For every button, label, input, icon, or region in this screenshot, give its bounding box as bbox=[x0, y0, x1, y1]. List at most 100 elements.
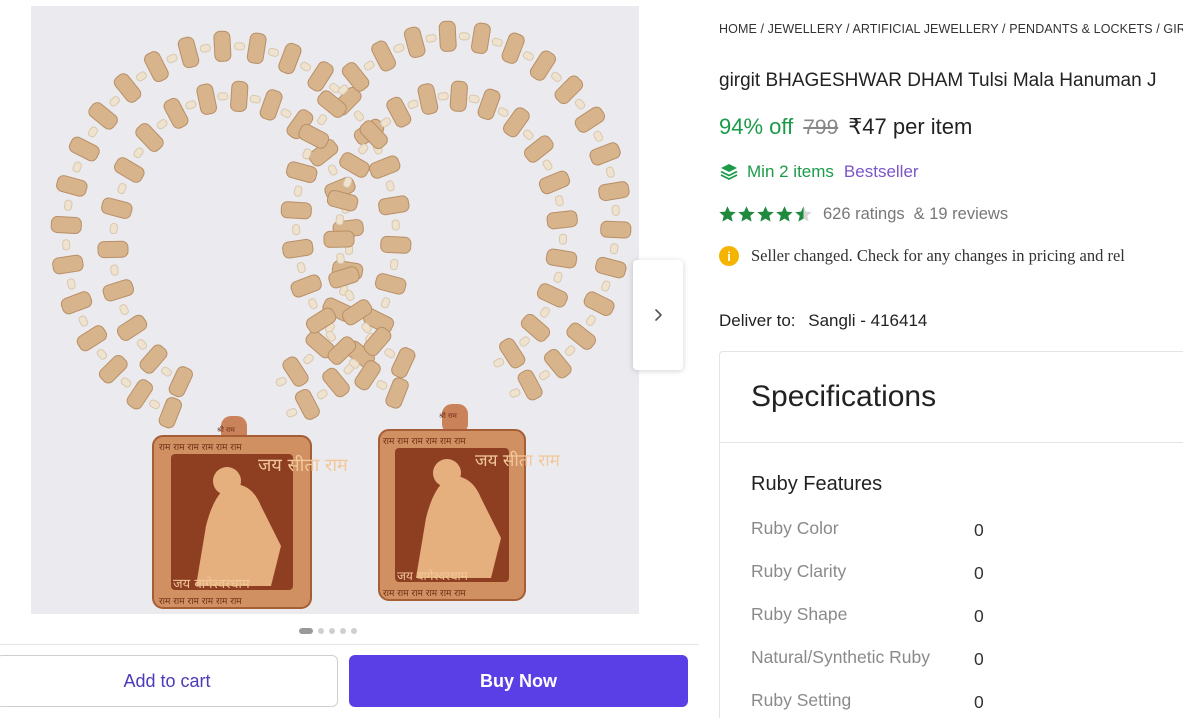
bead bbox=[336, 252, 345, 265]
bead bbox=[335, 214, 345, 226]
pendant-left-border-bottom: राम राम राम राम राम राम bbox=[159, 597, 242, 607]
chevron-right-icon bbox=[655, 309, 662, 321]
pendant-left-header: श्री राम bbox=[217, 425, 236, 434]
spec-value: 0 bbox=[974, 563, 984, 583]
specifications-title: Specifications bbox=[751, 380, 937, 413]
breadcrumb-separator: / bbox=[756, 22, 768, 36]
breadcrumb-item[interactable]: ARTIFICIAL JEWELLERY bbox=[852, 22, 998, 36]
bead bbox=[213, 30, 232, 62]
gallery-dots bbox=[299, 628, 357, 634]
bead bbox=[110, 264, 119, 276]
spec-value: 0 bbox=[974, 520, 984, 540]
next-image-button[interactable] bbox=[633, 260, 683, 370]
star-icon bbox=[757, 206, 774, 222]
bead bbox=[217, 92, 229, 101]
ratings-count: 626 ratings bbox=[823, 205, 905, 223]
star-icon bbox=[719, 206, 736, 222]
bead bbox=[611, 204, 620, 216]
gallery-dot[interactable] bbox=[351, 628, 357, 634]
bead bbox=[600, 220, 632, 239]
spec-label: Ruby Color bbox=[751, 518, 839, 538]
original-price: 799 bbox=[803, 116, 839, 139]
star-icon bbox=[795, 206, 812, 222]
bestseller-badge: Bestseller bbox=[843, 162, 919, 181]
breadcrumb-item[interactable]: GIRG bbox=[1163, 22, 1183, 36]
pendant-left-text-bottom: जय बागेश्वरधाम bbox=[173, 576, 250, 592]
pendant-right-header: श्री राम bbox=[439, 411, 458, 420]
pendant-left-border: राम राम राम राम राम राम bbox=[159, 443, 242, 453]
breadcrumb-item[interactable]: PENDANTS & LOCKETS bbox=[1009, 22, 1153, 36]
spec-section-title: Ruby Features bbox=[751, 473, 883, 495]
layers-icon bbox=[720, 164, 738, 180]
pendant-right-border-bottom: राम राम राम राम राम राम bbox=[383, 589, 466, 599]
reviews-count: & 19 reviews bbox=[913, 205, 1009, 223]
bead bbox=[199, 43, 211, 53]
star-rating bbox=[718, 205, 813, 224]
bead bbox=[323, 230, 355, 248]
spec-label: Ruby Clarity bbox=[751, 561, 847, 581]
gallery-dot[interactable] bbox=[329, 628, 335, 634]
gallery-dot[interactable] bbox=[318, 628, 324, 634]
bead bbox=[293, 185, 303, 197]
specifications-header: Specifications bbox=[720, 352, 1183, 443]
breadcrumb-item[interactable]: HOME bbox=[719, 22, 757, 36]
info-icon: i bbox=[719, 246, 739, 266]
specifications-card: Specifications Ruby Features Ruby Color 0… bbox=[719, 351, 1183, 718]
breadcrumb-separator: / bbox=[998, 22, 1010, 36]
bead bbox=[63, 199, 73, 211]
bead bbox=[230, 80, 249, 113]
bead bbox=[292, 224, 301, 236]
selling-price: ₹47 per item bbox=[848, 114, 973, 139]
product-page: जय सीता राम जय बागेश्वरधाम श्री राम राम … bbox=[0, 0, 1183, 718]
min-items-label: Min 2 items bbox=[747, 162, 834, 181]
deliver-location-value: Sangli - 416414 bbox=[808, 311, 928, 330]
bead bbox=[558, 233, 568, 245]
bead bbox=[546, 210, 578, 230]
bead bbox=[234, 42, 246, 51]
breadcrumb-separator: / bbox=[842, 22, 853, 36]
spec-label: Ruby Setting bbox=[751, 690, 852, 710]
spec-value: 0 bbox=[974, 649, 984, 669]
breadcrumb: HOME / JEWELLERY / ARTIFICIAL JEWELLERY … bbox=[719, 22, 1183, 36]
star-icon bbox=[738, 206, 755, 222]
discount-percent: 94% off bbox=[719, 114, 794, 139]
bead bbox=[249, 94, 261, 104]
pendant-right-text-bottom: जय बागेश्वरधाम bbox=[397, 569, 469, 583]
bead bbox=[389, 258, 399, 271]
bead bbox=[437, 92, 449, 101]
spec-label: Natural/Synthetic Ruby bbox=[751, 647, 930, 667]
price-row: 94% off 799 ₹47 per item bbox=[719, 114, 972, 140]
breadcrumb-item[interactable]: JEWELLERY bbox=[768, 22, 843, 36]
product-image[interactable]: जय सीता राम जय बागेश्वरधाम श्री राम राम … bbox=[31, 6, 639, 614]
seller-notice: i Seller changed. Check for any changes … bbox=[719, 246, 1125, 266]
pendant-left-text-top: जय सीता राम bbox=[258, 454, 349, 476]
bead bbox=[449, 80, 468, 112]
gallery-dot[interactable] bbox=[340, 628, 346, 634]
bead bbox=[62, 239, 71, 251]
bead bbox=[609, 243, 619, 255]
spec-label: Ruby Shape bbox=[751, 604, 848, 624]
breadcrumb-separator: / bbox=[1152, 22, 1164, 36]
bead bbox=[468, 94, 480, 104]
bead bbox=[97, 240, 129, 259]
spec-value: 0 bbox=[974, 692, 984, 712]
bead bbox=[438, 20, 457, 52]
bead bbox=[280, 201, 312, 220]
spec-value: 0 bbox=[974, 606, 984, 626]
bead bbox=[425, 33, 437, 43]
pendant-right-text-top: जय सीता राम bbox=[475, 450, 561, 471]
pendant-right-border: राम राम राम राम राम राम bbox=[383, 437, 466, 447]
bead bbox=[391, 219, 400, 231]
meta-row: Min 2 items Bestseller bbox=[719, 162, 919, 182]
seller-notice-text: Seller changed. Check for any changes in… bbox=[751, 246, 1125, 265]
buy-now-button[interactable]: Buy Now bbox=[349, 655, 688, 707]
add-to-cart-button[interactable]: Add to cart bbox=[0, 655, 338, 707]
delivery-location[interactable]: Deliver to: Sangli - 416414 bbox=[719, 311, 927, 331]
bead bbox=[50, 215, 82, 235]
bead bbox=[109, 223, 119, 235]
deliver-label: Deliver to: bbox=[719, 311, 796, 330]
gallery-dot[interactable] bbox=[299, 628, 313, 634]
bead bbox=[380, 235, 412, 254]
product-title: girgit BHAGESHWAR DHAM Tulsi Mala Hanuma… bbox=[719, 70, 1157, 91]
rating-row[interactable]: 626 ratings & 19 reviews bbox=[718, 205, 1008, 224]
